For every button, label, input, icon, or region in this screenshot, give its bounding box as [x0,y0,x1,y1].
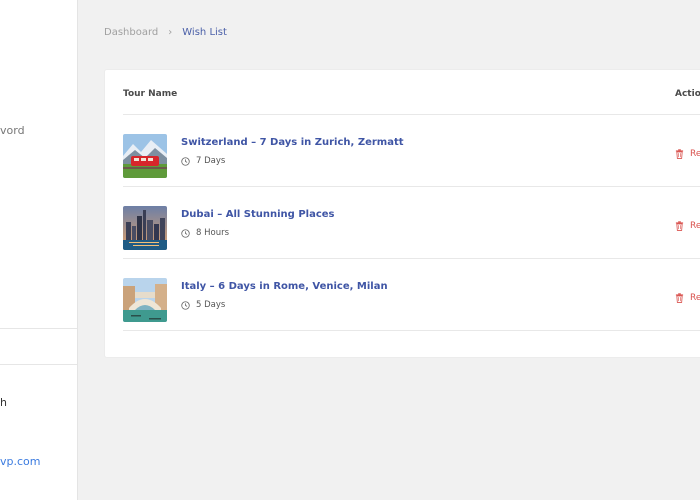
dubai-skyline-image [123,206,167,250]
column-header-action: Action [675,89,700,99]
table-row: Italy – 6 Days in Rome, Venice, Milan 5 … [123,259,700,331]
wish-list-card: Tour Name Action Switzerland – 7 Days in [104,69,700,358]
tour-duration: 7 Days [181,156,225,166]
tour-thumbnail[interactable] [123,134,167,178]
tour-duration-text: 7 Days [196,156,226,166]
table-row: Dubai – All Stunning Places 8 Hours Remo… [123,187,700,259]
breadcrumb-dashboard-link[interactable]: Dashboard [104,27,158,38]
remove-button[interactable]: Remove [675,221,700,231]
clock-icon [181,300,190,310]
remove-label: Remove [690,293,700,303]
remove-button[interactable]: Remove [675,293,700,303]
breadcrumb-current: Wish List [182,27,227,38]
table-row: Switzerland – 7 Days in Zurich, Zermatt … [123,115,700,187]
tour-duration: 8 Hours [181,228,229,238]
sidebar: vord h vp.com [0,0,78,500]
sidebar-email-link[interactable]: vp.com [0,455,40,468]
tour-duration-text: 5 Days [196,300,226,310]
venice-bridge-image [123,278,167,322]
breadcrumb: Dashboard › Wish List [104,27,227,38]
tour-duration-text: 8 Hours [196,228,230,238]
table-header: Tour Name Action [123,70,700,115]
red-train-mountain-image [123,134,167,178]
tour-thumbnail[interactable] [123,206,167,250]
sidebar-divider [0,364,77,365]
remove-button[interactable]: Remove [675,149,700,159]
trash-icon [675,149,684,159]
sidebar-item-change-password[interactable]: vord [0,124,25,137]
trash-icon [675,293,684,303]
tour-title-link[interactable]: Switzerland – 7 Days in Zurich, Zermatt [181,137,404,148]
remove-label: Remove [690,149,700,159]
sidebar-info-heading: h [0,396,7,409]
wish-list-page: vord h vp.com Dashboard › Wish List Tour… [0,0,700,500]
column-header-tour-name: Tour Name [123,89,178,99]
tour-title-link[interactable]: Italy – 6 Days in Rome, Venice, Milan [181,281,388,292]
breadcrumb-separator-icon: › [168,27,173,38]
tour-thumbnail[interactable] [123,278,167,322]
trash-icon [675,221,684,231]
remove-label: Remove [690,221,700,231]
clock-icon [181,156,190,166]
tour-title-link[interactable]: Dubai – All Stunning Places [181,209,335,220]
sidebar-divider [0,328,77,329]
clock-icon [181,228,190,238]
tour-duration: 5 Days [181,300,225,310]
